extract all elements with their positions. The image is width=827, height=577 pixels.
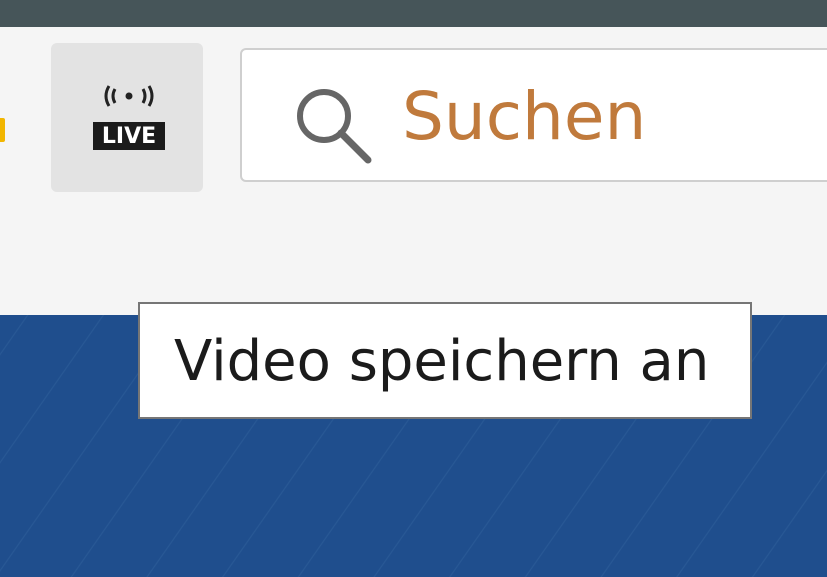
accent-marker <box>0 118 5 142</box>
live-button[interactable]: LIVE <box>51 43 203 192</box>
search-box[interactable] <box>240 48 827 182</box>
tooltip: Video speichern an <box>138 302 752 419</box>
search-input[interactable] <box>402 68 827 164</box>
title-bar <box>0 0 827 27</box>
search-icon <box>297 89 372 164</box>
app-window: LIVE Video speichern an <box>0 0 827 577</box>
live-label: LIVE <box>102 124 156 149</box>
live-broadcast-icon: LIVE <box>93 85 165 150</box>
tooltip-text: Video speichern an <box>174 329 710 394</box>
